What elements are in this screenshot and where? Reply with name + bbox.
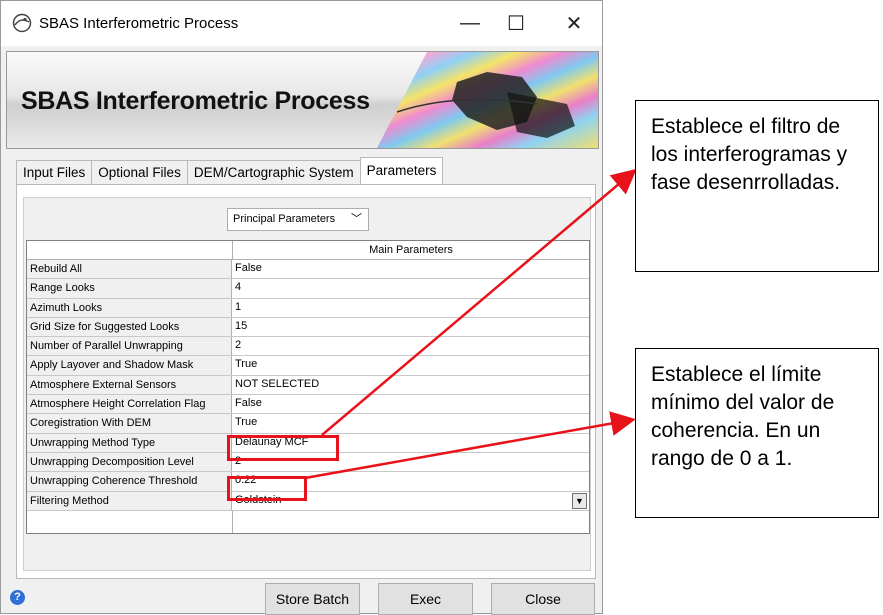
param-name: Azimuth Looks — [27, 298, 232, 317]
param-value[interactable]: 1 — [232, 299, 589, 317]
param-name: Rebuild All — [27, 260, 232, 279]
param-value[interactable]: False — [232, 260, 589, 278]
tab-dem-cartographic-system[interactable]: DEM/Cartographic System — [186, 160, 361, 184]
exec-button[interactable]: Exec — [378, 583, 473, 615]
close-button[interactable]: Close — [491, 583, 595, 615]
param-name: Atmosphere Height Correlation Flag — [27, 395, 232, 414]
tab-input-files[interactable]: Input Files — [16, 160, 93, 184]
highlight-unwrapping-method — [227, 435, 339, 461]
table-row: Azimuth Looks 1 — [27, 298, 589, 318]
param-value[interactable]: 4 — [232, 279, 589, 297]
param-name: Coregistration With DEM — [27, 414, 232, 433]
table-empty-row — [27, 510, 589, 533]
param-value[interactable]: 2 — [232, 337, 589, 355]
param-name: Filtering Method — [27, 491, 232, 510]
tab-parameters[interactable]: Parameters — [359, 157, 444, 184]
table-row: Range Looks 4 — [27, 279, 589, 299]
help-icon[interactable]: ? — [10, 590, 25, 605]
param-value[interactable]: False — [232, 395, 589, 413]
table-row: Atmosphere External Sensors NOT SELECTED — [27, 375, 589, 396]
banner-title: SBAS Interferometric Process — [21, 87, 370, 115]
interferogram-image — [377, 52, 598, 148]
tab-optional-files[interactable]: Optional Files — [91, 160, 188, 184]
param-value[interactable]: 15 — [232, 318, 589, 336]
parameters-area: Principal Parameters ﹀ Main Parameters R… — [23, 197, 591, 571]
table-row: Number of Parallel Unwrapping 2 — [27, 337, 589, 357]
header-main-parameters: Main Parameters — [369, 244, 453, 256]
app-logo-icon — [12, 13, 32, 33]
minimize-button[interactable]: — — [447, 1, 493, 46]
maximize-button[interactable]: ☐ — [493, 1, 539, 46]
empty-cell — [27, 510, 233, 533]
parameter-section-dropdown[interactable]: Principal Parameters ﹀ — [227, 208, 369, 231]
parameters-panel: Principal Parameters ﹀ Main Parameters R… — [16, 184, 596, 579]
tab-strip: Input Files Optional Files DEM/Cartograp… — [16, 157, 444, 184]
param-value[interactable]: NOT SELECTED — [232, 376, 589, 394]
param-name: Atmosphere External Sensors — [27, 375, 232, 395]
chevron-down-icon: ﹀ — [351, 213, 362, 225]
parameters-table: Main Parameters Rebuild All False Range … — [26, 240, 590, 534]
param-name: Unwrapping Method Type — [27, 433, 232, 452]
table-row: Unwrapping Coherence Threshold 0.22 — [27, 472, 589, 492]
coherence-callout: Establece el límite mínimo del valor de … — [635, 348, 879, 518]
close-icon: ✕ — [565, 13, 583, 35]
table-row: Apply Layover and Shadow Mask True — [27, 356, 589, 376]
param-name: Number of Parallel Unwrapping — [27, 337, 232, 356]
table-row: Grid Size for Suggested Looks 15 — [27, 317, 589, 338]
close-window-button[interactable]: ✕ — [551, 1, 597, 46]
sbas-window: SBAS Interferometric Process — ☐ ✕ SBAS … — [0, 0, 603, 615]
title-bar: SBAS Interferometric Process — ☐ ✕ — [1, 1, 602, 46]
param-name: Grid Size for Suggested Looks — [27, 317, 232, 337]
param-name: Unwrapping Decomposition Level — [27, 452, 232, 472]
param-name: Apply Layover and Shadow Mask — [27, 356, 232, 375]
table-row: Rebuild All False — [27, 260, 589, 280]
param-name: Unwrapping Coherence Threshold — [27, 472, 232, 491]
param-name: Range Looks — [27, 279, 232, 298]
window-title: SBAS Interferometric Process — [39, 15, 239, 32]
minimize-icon: — — [460, 12, 480, 34]
highlight-coherence-threshold — [227, 476, 307, 501]
table-header: Main Parameters — [27, 241, 589, 260]
dropdown-value: Principal Parameters — [233, 213, 336, 225]
table-row: Filtering Method Goldstein ▼ — [27, 491, 589, 511]
header-blank-cell — [27, 241, 233, 259]
table-row: Coregistration With DEM True — [27, 414, 589, 434]
filter-callout: Establece el filtro de los interferogram… — [635, 100, 879, 272]
param-value[interactable]: True — [232, 356, 589, 374]
maximize-icon: ☐ — [507, 13, 525, 35]
param-value[interactable]: True — [232, 414, 589, 432]
header-banner: SBAS Interferometric Process — [6, 51, 599, 149]
combo-dropdown-icon[interactable]: ▼ — [572, 492, 587, 509]
store-batch-button[interactable]: Store Batch — [265, 583, 360, 615]
table-row: Atmosphere Height Correlation Flag False — [27, 395, 589, 415]
